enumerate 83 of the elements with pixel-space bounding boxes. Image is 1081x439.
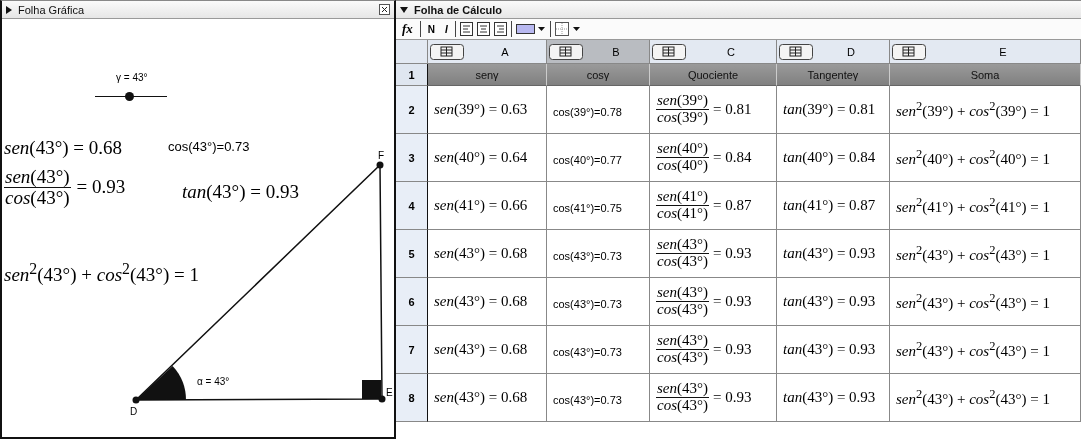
table-cell: cos(43°)=0.73	[547, 374, 650, 422]
table-cell: sen(43°) cos(43°) = 0.93	[650, 278, 777, 326]
row-number[interactable]: 8	[396, 374, 428, 422]
italic-button[interactable]: I	[442, 23, 451, 35]
column-header[interactable]: D	[777, 40, 890, 64]
align-left-icon[interactable]	[459, 22, 473, 36]
color-dropdown-icon[interactable]	[515, 23, 546, 35]
row-number[interactable]: 2	[396, 86, 428, 134]
table-cell: cos(43°)=0.73	[547, 326, 650, 374]
table-cell: cos(40°)=0.77	[547, 134, 650, 182]
table-cell: sen(43°) cos(43°) = 0.93	[650, 326, 777, 374]
table-cell: sen(41°) cos(41°) = 0.87	[650, 182, 777, 230]
table-cell: sen$^{2}$(41°) + cos$^{2}$(41°) = 1	[890, 182, 1081, 230]
table-icon[interactable]	[549, 43, 583, 60]
row-number[interactable]: 5	[396, 230, 428, 278]
column-header[interactable]: C	[650, 40, 777, 64]
table-icon[interactable]	[430, 43, 464, 60]
row-number[interactable]: 4	[396, 182, 428, 230]
table-cell: tan(43°) = 0.93	[777, 278, 890, 326]
row-number[interactable]: 3	[396, 134, 428, 182]
header-cell: senγ	[428, 64, 547, 86]
formula-button[interactable]: fx	[399, 21, 416, 37]
slider-label: γ = 43°	[116, 72, 148, 83]
bold-button[interactable]: N	[424, 23, 439, 35]
table-cell: cos(43°)=0.73	[547, 278, 650, 326]
table-cell: tan(39°) = 0.81	[777, 86, 890, 134]
table-cell: tan(40°) = 0.84	[777, 134, 890, 182]
border-dropdown-icon[interactable]	[554, 22, 581, 36]
align-right-icon[interactable]	[493, 22, 507, 36]
table-cell: sen(43°) = 0.68	[428, 326, 547, 374]
table-cell: sen(43°) = 0.68	[428, 230, 547, 278]
row-number[interactable]: 7	[396, 326, 428, 374]
collapse-icon[interactable]	[400, 6, 408, 13]
table-cell: sen(39°) cos(39°) = 0.81	[650, 86, 777, 134]
formula-text: cos(43°)=0.73	[168, 139, 250, 154]
panel-title: Folha Gráfica	[18, 3, 85, 16]
corner-cell[interactable]	[396, 40, 428, 64]
header-cell: Quociente	[650, 64, 777, 86]
point-label: D	[130, 406, 138, 417]
column-header[interactable]: A	[428, 40, 547, 64]
table-cell: tan(43°) = 0.93	[777, 374, 890, 422]
align-center-icon[interactable]	[476, 22, 490, 36]
table-cell: sen(43°) cos(43°) = 0.93	[650, 230, 777, 278]
close-icon[interactable]	[379, 4, 390, 15]
row-number[interactable]: 6	[396, 278, 428, 326]
point-label: E	[386, 387, 393, 398]
table-cell: sen$^{2}$(39°) + cos$^{2}$(39°) = 1	[890, 86, 1081, 134]
formula-text: sen(43°) = 0.68	[4, 137, 123, 159]
table-icon[interactable]	[892, 43, 926, 60]
table-icon[interactable]	[652, 43, 686, 60]
table-cell: sen(43°) cos(43°) = 0.93	[650, 374, 777, 422]
table-cell: sen(39°) = 0.63	[428, 86, 547, 134]
panel-title: Folha de Cálculo	[414, 3, 502, 16]
table-cell: tan(41°) = 0.87	[777, 182, 890, 230]
point-label: F	[378, 150, 385, 161]
table-cell: sen$^{2}$(43°) + cos$^{2}$(43°) = 1	[890, 374, 1081, 422]
header-cell: Tangenteγ	[777, 64, 890, 86]
table-cell: sen(40°) cos(40°) = 0.84	[650, 134, 777, 182]
collapse-icon[interactable]	[6, 5, 12, 14]
table-cell: tan(43°) = 0.93	[777, 326, 890, 374]
table-cell: sen(41°) = 0.66	[428, 182, 547, 230]
formula-text: sen$^{2}$(43°) + cos$^{2}$(43°) = 1	[4, 260, 199, 287]
table-cell: sen$^{2}$(43°) + cos$^{2}$(43°) = 1	[890, 278, 1081, 326]
table-icon[interactable]	[779, 43, 813, 60]
header-cell: cosγ	[547, 64, 650, 86]
table-cell: sen$^{2}$(43°) + cos$^{2}$(43°) = 1	[890, 230, 1081, 278]
fraction-formula: sen(43°) cos(43°) = 0.93	[4, 167, 126, 208]
table-cell: cos(39°)=0.78	[547, 86, 650, 134]
table-cell: cos(43°)=0.73	[547, 230, 650, 278]
column-header[interactable]: E	[890, 40, 1081, 64]
table-cell: cos(41°)=0.75	[547, 182, 650, 230]
column-header[interactable]: B	[547, 40, 650, 64]
angle-slider[interactable]	[95, 92, 167, 101]
table-cell: sen(43°) = 0.68	[428, 374, 547, 422]
table-cell: sen$^{2}$(43°) + cos$^{2}$(43°) = 1	[890, 326, 1081, 374]
table-cell: sen$^{2}$(40°) + cos$^{2}$(40°) = 1	[890, 134, 1081, 182]
formula-text: tan(43°) = 0.93	[182, 181, 299, 203]
table-cell: tan(43°) = 0.93	[777, 230, 890, 278]
table-cell: sen(40°) = 0.64	[428, 134, 547, 182]
table-cell: sen(43°) = 0.68	[428, 278, 547, 326]
row-number[interactable]: 1	[396, 64, 428, 86]
header-cell: Soma	[890, 64, 1081, 86]
angle-label: α = 43°	[197, 376, 230, 387]
